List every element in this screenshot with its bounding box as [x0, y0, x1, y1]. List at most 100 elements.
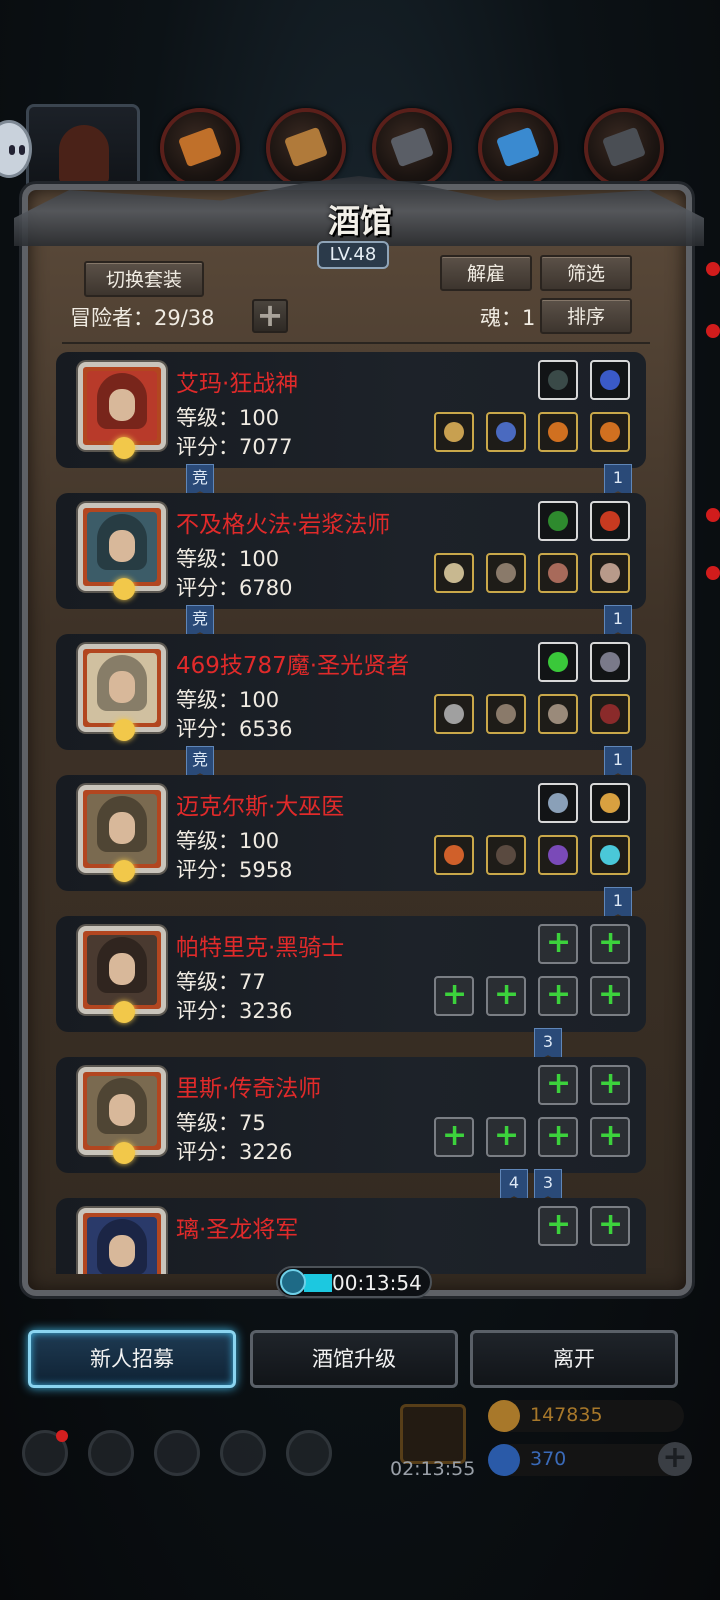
ring-icon[interactable]: [590, 412, 630, 452]
tab-stone[interactable]: [584, 108, 664, 188]
plus-icon: +: [546, 1118, 572, 1153]
tavern-timer: 00:13:54: [276, 1266, 432, 1298]
ring-icon: [548, 422, 568, 442]
scroll-icon[interactable]: [538, 501, 578, 541]
gift-icon[interactable]: [400, 1404, 466, 1464]
hero-portrait[interactable]: [78, 503, 166, 600]
amulet-icon[interactable]: [590, 642, 630, 682]
bottom-bar: 02:13:55 147835 370 +: [0, 1400, 720, 1500]
upgrade-tavern-button[interactable]: 酒馆升级: [250, 1330, 458, 1388]
gem-counter: 370: [488, 1444, 684, 1476]
vest-icon[interactable]: [486, 835, 526, 875]
pendant-icon[interactable]: [590, 783, 630, 823]
hero-card[interactable]: 里斯·传奇法师 等级：75 评分：3226 + + + + + +: [56, 1057, 646, 1173]
soul-count: 魂：1: [480, 306, 536, 330]
hero-portrait[interactable]: [78, 362, 166, 459]
hero-level: 等级：77: [176, 970, 266, 994]
torch-icon[interactable]: [434, 835, 474, 875]
hero-card[interactable]: 璃·圣龙将军 + +: [56, 1198, 646, 1274]
sort-button[interactable]: 排序: [540, 298, 632, 334]
empty-slot-add-icon[interactable]: +: [538, 1065, 578, 1105]
adventurer-count: 冒险者：29/38: [70, 306, 215, 330]
hero-portrait[interactable]: [78, 785, 166, 882]
empty-slot-add-icon[interactable]: +: [590, 1117, 630, 1157]
empty-slot-add-icon[interactable]: +: [590, 1065, 630, 1105]
book-icon[interactable]: [538, 783, 578, 823]
hero-level: 等级：100: [176, 406, 280, 430]
crown-icon[interactable]: [590, 501, 630, 541]
timer-text: 00:13:54: [332, 1271, 422, 1295]
hero-portrait[interactable]: [78, 644, 166, 741]
hero-portrait[interactable]: [78, 1067, 166, 1164]
plus-icon: +: [598, 1118, 624, 1153]
tab-iron[interactable]: [372, 108, 452, 188]
switch-outfit-button[interactable]: 切换套装: [84, 261, 204, 297]
potion-icon[interactable]: [590, 360, 630, 400]
filter-button[interactable]: 筛选: [540, 255, 632, 291]
castle-icon[interactable]: [154, 1430, 200, 1476]
empty-slot-add-icon[interactable]: +: [590, 924, 630, 964]
notification-dot: [56, 1430, 68, 1442]
axe-icon[interactable]: [434, 412, 474, 452]
hammer-icon[interactable]: [434, 694, 474, 734]
armor-icon[interactable]: [486, 694, 526, 734]
portrait-image: [87, 1217, 157, 1274]
orb-icon[interactable]: [538, 553, 578, 593]
staff-icon[interactable]: [486, 553, 526, 593]
glove-icon[interactable]: [538, 694, 578, 734]
empty-slot-add-icon[interactable]: +: [486, 976, 526, 1016]
timer-progress: [304, 1274, 332, 1292]
plus-icon: +: [598, 1066, 624, 1101]
hero-card[interactable]: 帕特里克·黑骑士 等级：77 评分：3236 + + + + + +: [56, 916, 646, 1032]
plus-icon: +: [546, 977, 572, 1012]
empty-slot-add-icon[interactable]: +: [538, 1117, 578, 1157]
recruit-button[interactable]: 新人招募: [28, 1330, 236, 1388]
gold-coin-icon: [488, 1400, 520, 1432]
gold-counter: 147835: [488, 1400, 684, 1432]
shell-icon[interactable]: [590, 553, 630, 593]
hero-name: 469技787魔·圣光贤者: [176, 653, 410, 679]
lantern-icon[interactable]: [538, 642, 578, 682]
robe-icon[interactable]: [486, 412, 526, 452]
empty-slot-add-icon[interactable]: +: [538, 924, 578, 964]
wand-icon[interactable]: [434, 553, 474, 593]
tab-crystal[interactable]: [478, 108, 558, 188]
empty-slot-add-icon[interactable]: +: [434, 976, 474, 1016]
add-gems-button[interactable]: +: [658, 1442, 692, 1476]
wood-icon: [283, 126, 329, 168]
hero-card[interactable]: 迈克尔斯·大巫医 等级：100 评分：5958: [56, 775, 646, 891]
empty-slot-add-icon[interactable]: +: [538, 1206, 578, 1246]
plus-icon: +: [546, 1066, 572, 1101]
empty-slot-add-icon[interactable]: +: [590, 1206, 630, 1246]
chat-icon[interactable]: [286, 1430, 332, 1476]
hero-list[interactable]: 艾玛·狂战神 等级：100 评分：7077 竞 1 不及格火法·岩浆法师 等级：100 评分：…: [56, 352, 652, 1274]
plus-icon: +: [546, 1207, 572, 1242]
tab-wood[interactable]: [266, 108, 346, 188]
hero-score: 评分：7077: [176, 435, 293, 459]
hero-card[interactable]: 艾玛·狂战神 等级：100 评分：7077: [56, 352, 646, 468]
ring-icon[interactable]: [538, 412, 578, 452]
star-icon[interactable]: [88, 1430, 134, 1476]
bracer-icon[interactable]: [590, 694, 630, 734]
robe-icon: [496, 422, 516, 442]
empty-slot-add-icon[interactable]: +: [538, 976, 578, 1016]
empty-slot-add-icon[interactable]: +: [590, 976, 630, 1016]
empty-slot-add-icon[interactable]: +: [434, 1117, 474, 1157]
mail-icon[interactable]: [220, 1430, 266, 1476]
add-capacity-button[interactable]: +: [252, 299, 288, 333]
page-title: 酒馆: [327, 202, 392, 240]
hero-portrait[interactable]: [78, 926, 166, 1023]
plus-icon: +: [598, 977, 624, 1012]
shell-icon: [600, 563, 620, 583]
hero-card[interactable]: 不及格火法·岩浆法师 等级：100 评分：6780: [56, 493, 646, 609]
empty-slot-add-icon[interactable]: +: [486, 1117, 526, 1157]
bangle-icon[interactable]: [538, 835, 578, 875]
rune-icon[interactable]: [590, 835, 630, 875]
stone-icon[interactable]: [538, 360, 578, 400]
dismiss-button[interactable]: 解雇: [440, 255, 532, 291]
hero-card[interactable]: 469技787魔·圣光贤者 等级：100 评分：6536: [56, 634, 646, 750]
leave-button[interactable]: 离开: [470, 1330, 678, 1388]
tab-bread[interactable]: [160, 108, 240, 188]
hero-portrait[interactable]: [78, 1208, 166, 1274]
rune-icon: [600, 845, 620, 865]
